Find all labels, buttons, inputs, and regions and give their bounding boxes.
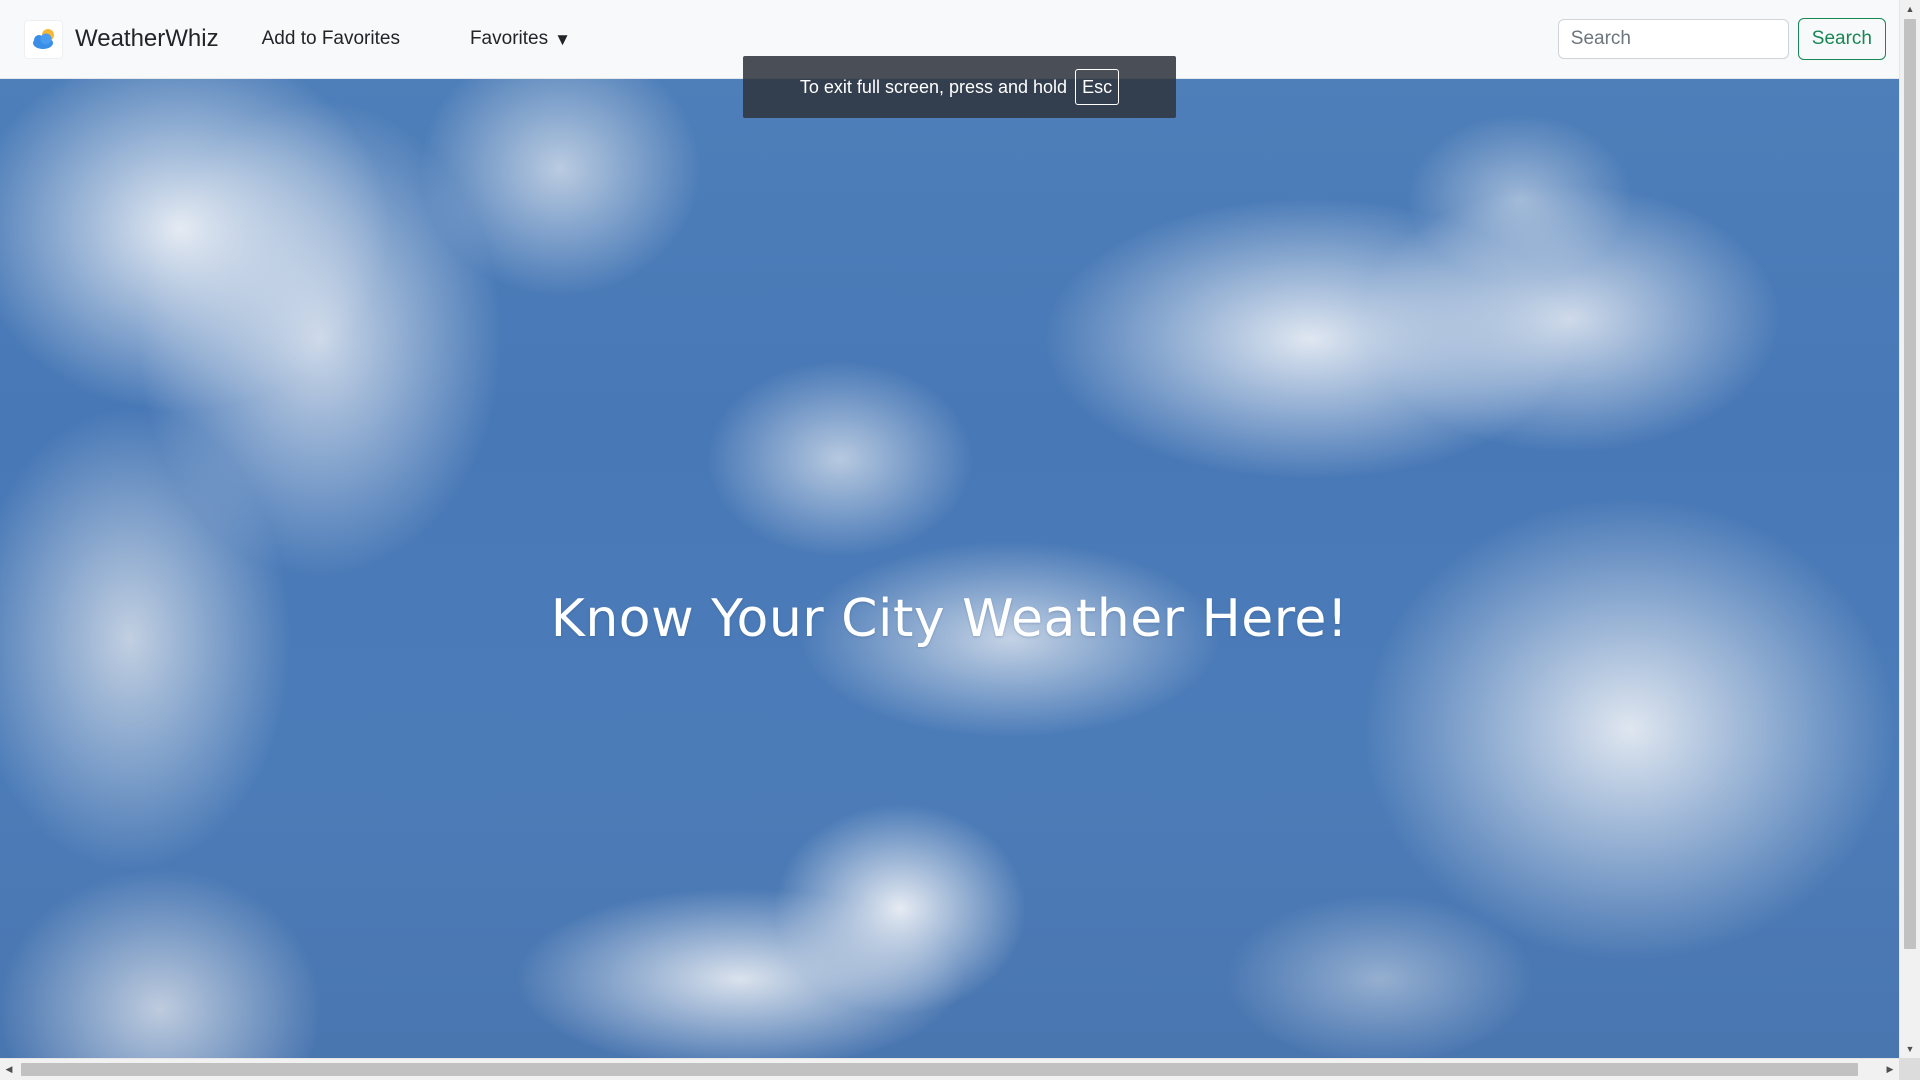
- brand-name: WeatherWhiz: [75, 25, 219, 52]
- scroll-down-icon[interactable]: ▼: [1900, 1040, 1920, 1058]
- horizontal-scroll-thumb[interactable]: [21, 1063, 1858, 1076]
- cloud-sun-icon: [25, 20, 62, 58]
- scroll-left-icon[interactable]: ◀: [0, 1059, 18, 1080]
- esc-key-badge: Esc: [1075, 69, 1120, 105]
- search-input[interactable]: [1557, 19, 1789, 59]
- favorites-dropdown[interactable]: Favorites ▼: [470, 28, 571, 50]
- fullscreen-notice-text: To exit full screen, press and hold: [799, 76, 1068, 97]
- search-button[interactable]: Search: [1797, 18, 1886, 60]
- brand-link[interactable]: WeatherWhiz: [25, 20, 219, 58]
- caret-down-icon: ▼: [554, 29, 571, 49]
- hero-title: Know Your City Weather Here!: [550, 589, 1349, 649]
- scroll-right-icon[interactable]: ▶: [1881, 1059, 1899, 1080]
- add-to-favorites-link[interactable]: Add to Favorites: [262, 28, 400, 50]
- vertical-scrollbar[interactable]: ▲ ▼: [1899, 0, 1920, 1058]
- fullscreen-notice: To exit full screen, press and hold Esc: [743, 56, 1176, 118]
- scrollbar-corner: [1899, 1058, 1920, 1080]
- hero-section: Know Your City Weather Here!: [0, 79, 1899, 1058]
- favorites-label: Favorites: [469, 28, 549, 49]
- search-form: Search: [1557, 18, 1886, 60]
- horizontal-scrollbar[interactable]: ◀ ▶: [0, 1058, 1899, 1080]
- vertical-scroll-thumb[interactable]: [1904, 19, 1916, 949]
- scroll-up-icon[interactable]: ▲: [1900, 0, 1920, 18]
- page: WeatherWhiz Add to Favorites Favorites ▼…: [0, 0, 1920, 1080]
